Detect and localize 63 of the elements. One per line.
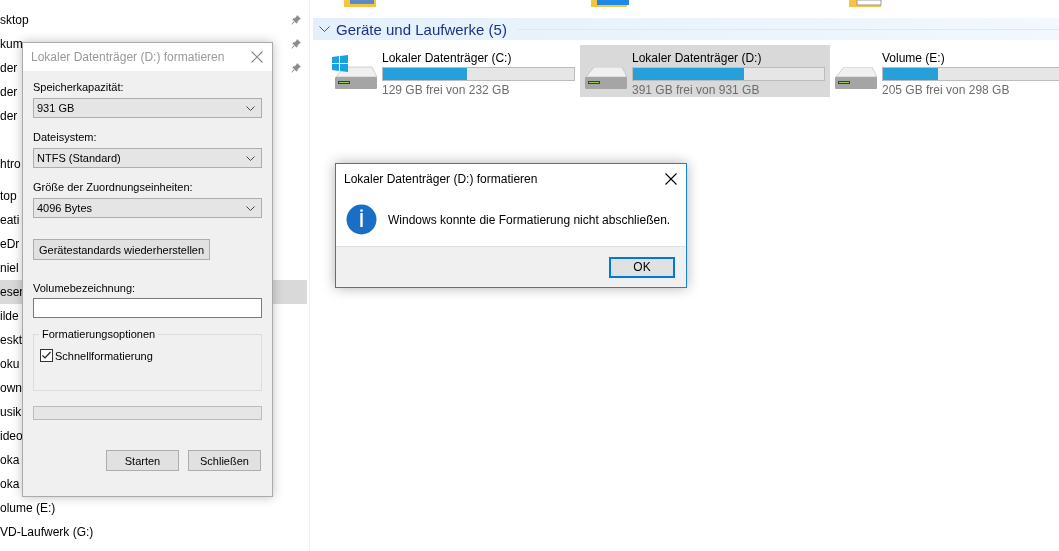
chevron-down-icon [246,155,255,161]
field-label: Volumebezeichnung: [33,282,137,296]
dropdown[interactable]: NTFS (Standard) [33,148,262,168]
group-legend: Formatierungsoptionen [39,328,159,340]
pin-icon[interactable] [291,15,301,25]
checkbox[interactable] [40,349,53,362]
nav-item[interactable]: oku [0,357,20,371]
hard-drive-icon [832,67,878,89]
close-icon[interactable] [665,172,677,185]
nav-item[interactable]: der [0,61,18,75]
drive-tile[interactable]: Lokaler Datenträger (D:) 391 GB frei von 931 GB [580,45,830,97]
restore-defaults-button[interactable]: Gerätestandards wiederherstellen [33,239,211,260]
nav-item[interactable]: eDr [0,237,20,251]
nav-item[interactable]: niel [0,261,19,275]
nav-item[interactable]: top [0,189,17,203]
chevron-down-icon[interactable] [319,25,330,33]
nav-item[interactable]: own [0,381,22,395]
dialog-button[interactable]: Schließen [188,450,261,471]
nav-item[interactable]: eskt [0,333,22,347]
dropdown[interactable]: 931 GB [33,98,262,118]
nav-item[interactable]: ilde [0,309,19,323]
free-space-text: 205 GB frei von 298 GB [882,83,1011,97]
field-label: Dateisystem: [33,131,98,145]
ok-button[interactable]: OK [609,256,675,278]
pin-icon[interactable] [291,39,301,49]
drive-name[interactable]: Volume (E:) [882,51,1059,65]
system-drive-icon [332,55,378,89]
field-label: Größe der Zuordnungseinheiten: [33,181,194,195]
nav-item[interactable]: eati [0,213,20,227]
folder-icon[interactable] [849,0,883,8]
nav-item[interactable]: kum [0,37,23,51]
free-space-text: 391 GB frei von 931 GB [632,83,761,97]
field-label: Speicherkapazität: [33,81,125,95]
hard-drive-icon [582,67,628,89]
folder-icon[interactable] [591,0,631,8]
nav-item[interactable]: htro [0,157,21,171]
nav-item[interactable]: eser [0,285,24,299]
chevron-down-icon [246,205,255,211]
group-header[interactable]: Geräte und Laufwerke (5) [313,18,1059,40]
dialog-title: Lokaler Datenträger (D:) formatieren [344,171,538,186]
nav-item[interactable]: VD-Laufwerk (G:) [0,525,94,539]
volume-label-field[interactable] [33,298,262,318]
nav-item[interactable]: ideo [0,429,23,443]
chevron-down-icon [246,105,255,111]
nav-item[interactable]: der [0,109,18,123]
info-icon [346,204,377,235]
nav-item[interactable]: olume (E:) [0,501,56,515]
drive-name[interactable]: Lokaler Datenträger (D:) [632,51,825,65]
group-title: Geräte und Laufwerke (5) [336,20,507,38]
free-space-text: 129 GB frei von 232 GB [382,83,511,97]
nav-item[interactable]: der [0,85,18,99]
error-message: Windows konnte die Formatierung nicht abschließen. [388,212,671,227]
nav-item[interactable]: usik [0,405,22,419]
folder-icon[interactable] [344,0,376,8]
dialog-button[interactable]: Starten [106,450,179,471]
dropdown[interactable]: 4096 Bytes [33,198,262,218]
drive-name[interactable]: Lokaler Datenträger (C:) [382,51,575,65]
nav-item[interactable]: oka [0,453,20,467]
checkbox-label[interactable]: Schnellformatierung [55,349,153,362]
nav-item[interactable]: oka [0,477,20,491]
dialog-title: Lokaler Datenträger (D:) formatieren [31,50,225,64]
pin-icon[interactable] [291,63,301,73]
nav-item[interactable]: sktop [0,13,29,27]
